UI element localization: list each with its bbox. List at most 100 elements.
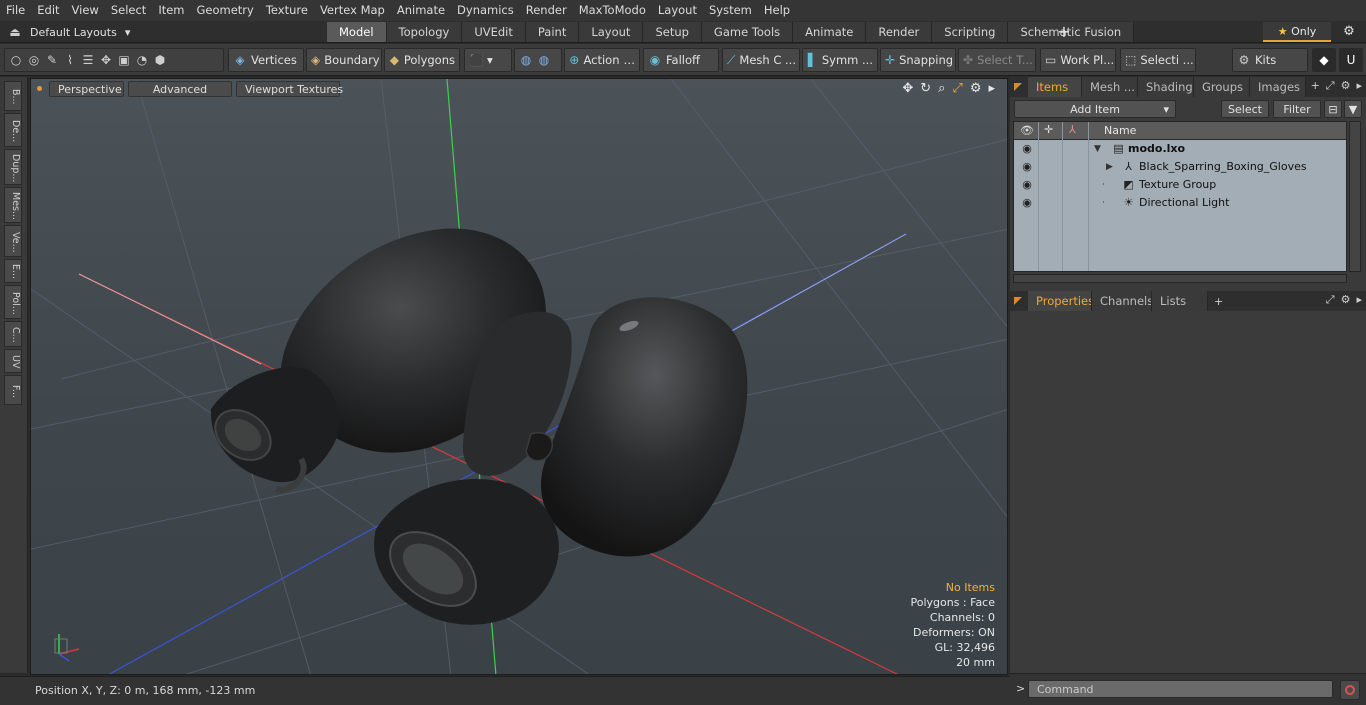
record-macro-button[interactable] <box>1340 680 1360 700</box>
tree-row-modo-lxo[interactable]: ◉ ▼ ▤ modo.lxo <box>1014 140 1346 158</box>
fit-icon[interactable]: ⤢ <box>952 81 962 96</box>
tab-animate[interactable]: Animate <box>793 22 867 42</box>
collapse-arrow-icon[interactable]: ▶ <box>1106 158 1113 176</box>
cube-app-button[interactable]: ◆ <box>1312 48 1336 72</box>
menu-item[interactable]: Item <box>152 0 190 21</box>
tab-channels[interactable]: Channels <box>1092 291 1152 311</box>
menu-texture[interactable]: Texture <box>260 0 314 21</box>
kits-button[interactable]: ⚙ Kits <box>1232 48 1308 72</box>
viewport-gear-icon[interactable]: ⚙ <box>970 81 982 96</box>
strip-tab-duplicate[interactable]: Dup... <box>4 149 22 185</box>
expand-panel-icon[interactable]: ⤢ <box>1326 79 1335 93</box>
boundary-button[interactable]: ◈ Boundary <box>306 48 382 72</box>
rotate-view-icon[interactable]: ↻ <box>920 81 931 96</box>
strip-tab-basic[interactable]: B... <box>4 81 22 111</box>
tab-mesh[interactable]: Mesh ... <box>1082 77 1138 97</box>
layouts-dropdown[interactable]: ⏏ Default Layouts ▾ <box>8 21 130 43</box>
3d-viewport[interactable]: Perspective Advanced Viewport Textures ✥… <box>30 78 1008 675</box>
align-icon[interactable]: ☰ <box>81 53 95 67</box>
tab-items[interactable]: Items <box>1028 77 1082 97</box>
tab-paint[interactable]: Paint <box>525 22 580 42</box>
globe-icon[interactable]: ◎ <box>27 53 41 67</box>
tree-horizontal-scrollbar[interactable] <box>1013 274 1347 283</box>
strip-tab-mesh-edit[interactable]: Mes... <box>4 187 22 223</box>
menu-animate[interactable]: Animate <box>391 0 451 21</box>
tab-images[interactable]: Images <box>1250 77 1306 97</box>
add-item-button[interactable]: Add Item ▾ <box>1014 100 1176 118</box>
tab-model[interactable]: Model <box>327 22 387 42</box>
polygons-button[interactable]: ◆ Polygons <box>384 48 460 72</box>
zoom-icon[interactable]: ⌕ <box>938 81 945 96</box>
tab-scripting[interactable]: Scripting <box>932 22 1009 42</box>
eye-icon[interactable]: ◉ <box>1020 142 1034 156</box>
panel-menu-icon[interactable]: ▸ <box>1356 79 1362 93</box>
tab-setup[interactable]: Setup <box>643 22 702 42</box>
frame-icon[interactable]: ▣ <box>117 53 131 67</box>
eye-icon[interactable]: ◉ <box>1020 196 1034 210</box>
panel-gear-icon[interactable]: ⚙ <box>1341 79 1351 93</box>
strip-tab-deform[interactable]: De... <box>4 113 22 147</box>
tree-row-texture-group[interactable]: ◉ · ◩ Texture Group <box>1014 176 1346 194</box>
snapping-button[interactable]: ✛ Snapping <box>880 48 956 72</box>
menu-file[interactable]: File <box>0 0 31 21</box>
expand-arrow-icon[interactable]: ▼ <box>1094 140 1101 158</box>
menu-maxtomodo[interactable]: MaxToModo <box>573 0 652 21</box>
menu-system[interactable]: System <box>703 0 758 21</box>
selection-sets-button[interactable]: ⬚ Selecti ... <box>1120 48 1196 72</box>
menu-help[interactable]: Help <box>758 0 796 21</box>
select-button[interactable]: Select <box>1221 100 1269 118</box>
item-mode-dropdown[interactable]: ⬛ ▾ <box>464 48 512 72</box>
tab-shading[interactable]: Shading <box>1138 77 1194 97</box>
viewport-expand-icon[interactable]: ▸ <box>988 81 995 96</box>
falloff-button[interactable]: ◉ Falloff <box>643 48 719 72</box>
symmetry-button[interactable]: ▌ Symm ... <box>802 48 878 72</box>
menu-view[interactable]: View <box>66 0 105 21</box>
viewport-textures-button[interactable]: Viewport Textures <box>236 81 343 97</box>
tab-game-tools[interactable]: Game Tools <box>701 22 794 42</box>
strip-tab-curve[interactable]: C... <box>4 321 22 347</box>
menu-select[interactable]: Select <box>105 0 152 21</box>
tab-topology[interactable]: Topology <box>386 22 463 42</box>
strip-tab-vertex[interactable]: Ve... <box>4 225 22 257</box>
tree-scrollbar[interactable] <box>1349 121 1361 272</box>
menu-layout[interactable]: Layout <box>652 0 703 21</box>
tab-groups[interactable]: Groups <box>1194 77 1250 97</box>
panel-gear-icon[interactable]: ⚙ <box>1341 293 1351 307</box>
eye-icon[interactable]: ◉ <box>1020 178 1034 192</box>
select-through-button[interactable]: ✤ Select T... <box>958 48 1036 72</box>
tab-properties[interactable]: Properties <box>1028 291 1092 311</box>
gear-icon[interactable]: ⚙ <box>1337 22 1361 42</box>
add-panel-tab-icon[interactable]: + <box>1311 79 1320 93</box>
mesh-constraints-button[interactable]: ⟋ Mesh C ... <box>722 48 800 72</box>
add-panel-tab-icon[interactable]: + <box>1208 295 1229 308</box>
vertices-button[interactable]: ◈ Vertices <box>228 48 304 72</box>
shield-icon[interactable]: ⬢ <box>153 53 167 67</box>
perspective-button[interactable]: Perspective <box>49 81 124 97</box>
menu-vertex-map[interactable]: Vertex Map <box>314 0 391 21</box>
expand-panel-icon[interactable]: ⤢ <box>1326 293 1335 307</box>
tab-render[interactable]: Render <box>866 22 933 42</box>
name-column-header[interactable]: Name <box>1104 124 1136 137</box>
brush-icon[interactable]: ⌇ <box>63 53 77 67</box>
tab-layout[interactable]: Layout <box>579 22 644 42</box>
tab-lists[interactable]: Lists <box>1152 291 1208 311</box>
circle-select-icon[interactable]: ○ <box>9 53 23 67</box>
menu-edit[interactable]: Edit <box>31 0 65 21</box>
action-center-button[interactable]: ⊕ Action … <box>564 48 640 72</box>
collapse-icon[interactable]: ⊟ <box>1324 100 1342 118</box>
component-toggle-group[interactable]: ◍ ◍ <box>514 48 562 72</box>
advanced-button[interactable]: Advanced <box>128 81 232 97</box>
strip-tab-uv[interactable]: UV <box>4 349 22 373</box>
command-input[interactable] <box>1028 680 1333 698</box>
filter-button[interactable]: Filter <box>1273 100 1321 118</box>
only-toggle[interactable]: ★ Only <box>1263 22 1331 42</box>
menu-dynamics[interactable]: Dynamics <box>451 0 520 21</box>
rotate-icon[interactable]: ◔ <box>135 53 149 67</box>
strip-tab-polygon[interactable]: Pol... <box>4 285 22 319</box>
panel-menu-icon[interactable]: ▸ <box>1356 293 1362 307</box>
eye-icon[interactable]: ◉ <box>1020 160 1034 174</box>
tree-row-gloves[interactable]: ◉ ▶ ⅄ Black_Sparring_Boxing_Gloves <box>1014 158 1346 176</box>
funnel-icon[interactable]: ▼ <box>1344 100 1362 118</box>
work-plane-button[interactable]: ▭ Work Pl... <box>1040 48 1116 72</box>
menu-geometry[interactable]: Geometry <box>191 0 260 21</box>
